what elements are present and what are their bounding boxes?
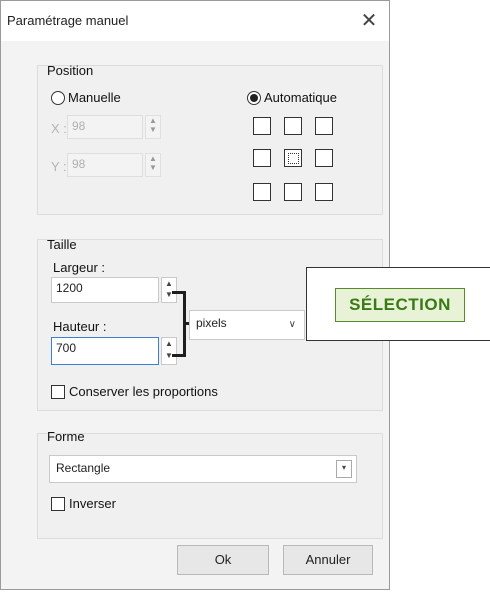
position-group-label: Position <box>47 63 94 78</box>
x-label: X : <box>51 121 67 136</box>
manual-radio-label: Manuelle <box>68 90 121 105</box>
anchor-top-left[interactable] <box>253 117 271 135</box>
width-label: Largeur : <box>53 260 106 275</box>
x-spinner[interactable]: ▲ ▼ <box>145 115 161 139</box>
chevron-down-icon: ▾ <box>336 460 352 478</box>
invert-label: Inverser <box>69 496 116 511</box>
dialog-title: Paramétrage manuel <box>7 13 129 28</box>
size-group-label: Taille <box>47 237 77 252</box>
anchor-bottom-left[interactable] <box>253 183 271 201</box>
title-bar: Paramétrage manuel ✕ <box>1 1 389 41</box>
x-input[interactable]: 98 <box>67 115 143 139</box>
close-icon[interactable]: ✕ <box>355 7 383 35</box>
anchor-bottom-right[interactable] <box>315 183 333 201</box>
keep-ratio-label: Conserver les proportions <box>69 384 218 399</box>
manual-radio[interactable] <box>51 91 65 105</box>
keep-ratio-checkbox[interactable] <box>51 385 65 399</box>
y-spinner[interactable]: ▲ ▼ <box>145 153 161 177</box>
height-label: Hauteur : <box>53 319 107 334</box>
anchor-center[interactable] <box>284 149 302 167</box>
shape-group-label: Forme <box>47 429 85 444</box>
shape-group <box>37 433 383 539</box>
automatic-radio-label: Automatique <box>264 90 337 105</box>
unit-select[interactable]: pixels ∨ <box>189 310 305 340</box>
chevron-down-icon: ∨ <box>288 319 296 330</box>
anchor-bottom-center[interactable] <box>284 183 302 201</box>
automatic-radio[interactable] <box>247 91 261 105</box>
anchor-middle-right[interactable] <box>315 149 333 167</box>
y-label: Y : <box>51 159 67 174</box>
ok-button[interactable]: Ok <box>177 545 269 575</box>
y-input[interactable]: 98 <box>67 153 143 177</box>
shape-select-value: Rectangle <box>56 461 111 475</box>
anchor-middle-left[interactable] <box>253 149 271 167</box>
invert-checkbox[interactable] <box>51 497 65 511</box>
anchor-top-right[interactable] <box>315 117 333 135</box>
anchor-top-center[interactable] <box>284 117 302 135</box>
height-input[interactable]: 700 <box>51 337 159 365</box>
unit-select-value: pixels <box>196 316 227 330</box>
selection-callout-label: SÉLECTION <box>335 288 465 322</box>
cancel-button[interactable]: Annuler <box>283 545 373 575</box>
width-input[interactable]: 1200 <box>51 277 159 303</box>
shape-select[interactable]: Rectangle ▾ <box>49 455 357 483</box>
selection-callout: SÉLECTION <box>306 267 490 341</box>
